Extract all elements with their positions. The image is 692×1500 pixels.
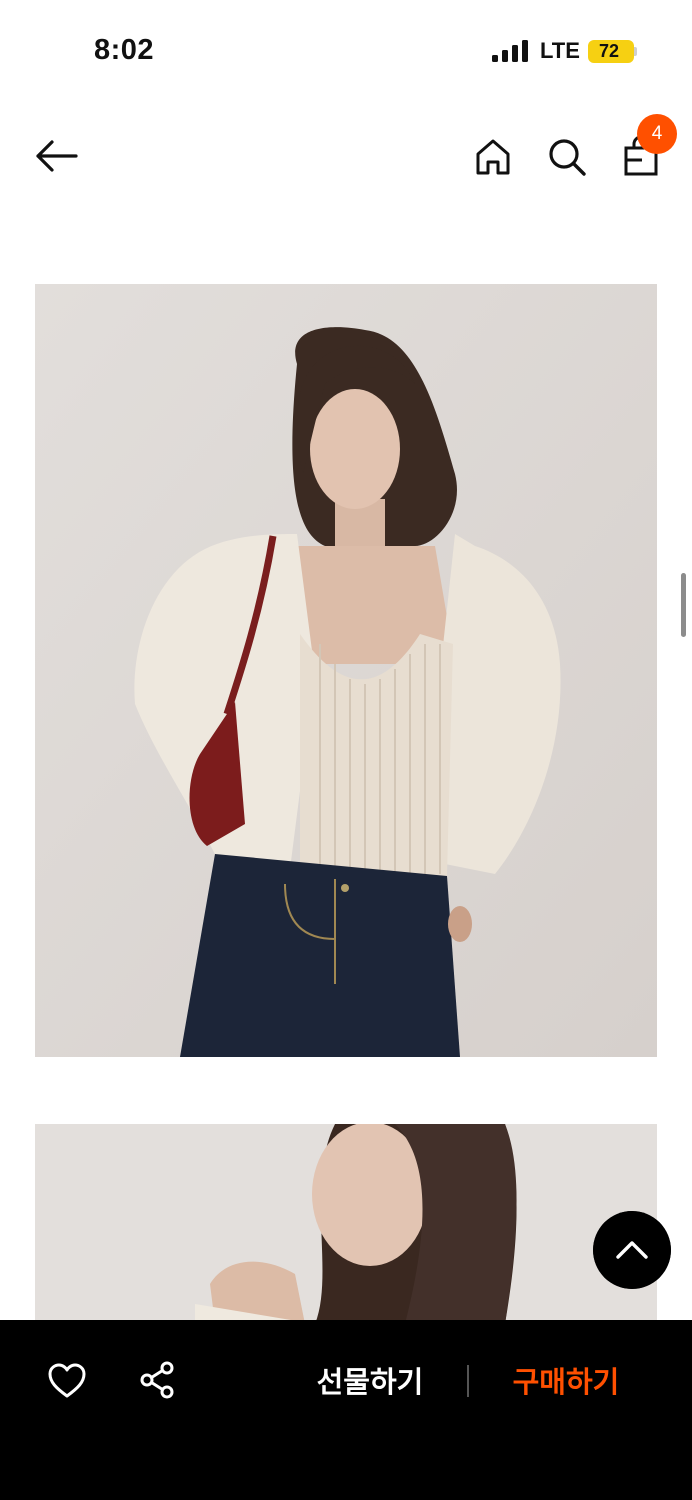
battery-level: 72 [598,41,620,61]
top-navigation [0,100,692,210]
battery-icon: 72 [588,40,634,63]
status-bar: 8:02 LTE 72 [0,0,692,100]
scroll-to-top-button[interactable] [593,1211,671,1289]
scroll-indicator[interactable] [681,573,686,637]
heart-icon[interactable] [46,1362,88,1400]
cart-count-badge: 4 [637,114,677,154]
home-icon[interactable] [472,136,514,178]
product-image-2 [35,1124,657,1324]
cellular-signal-icon [492,40,528,62]
buy-button[interactable]: 구매하기 [496,1360,636,1404]
product-image-1 [35,284,657,1057]
bottom-action-bar: 선물하기 구매하기 [0,1320,692,1500]
back-arrow-icon[interactable] [32,136,80,176]
share-icon[interactable] [138,1360,176,1400]
gift-button[interactable]: 선물하기 [300,1360,440,1404]
model-photo [35,284,657,1057]
model-closeup-photo [35,1124,657,1324]
battery-cap [634,47,637,56]
status-time: 8:02 [94,34,155,66]
search-icon[interactable] [546,136,588,178]
network-type: LTE [540,38,580,63]
action-divider [467,1365,469,1397]
